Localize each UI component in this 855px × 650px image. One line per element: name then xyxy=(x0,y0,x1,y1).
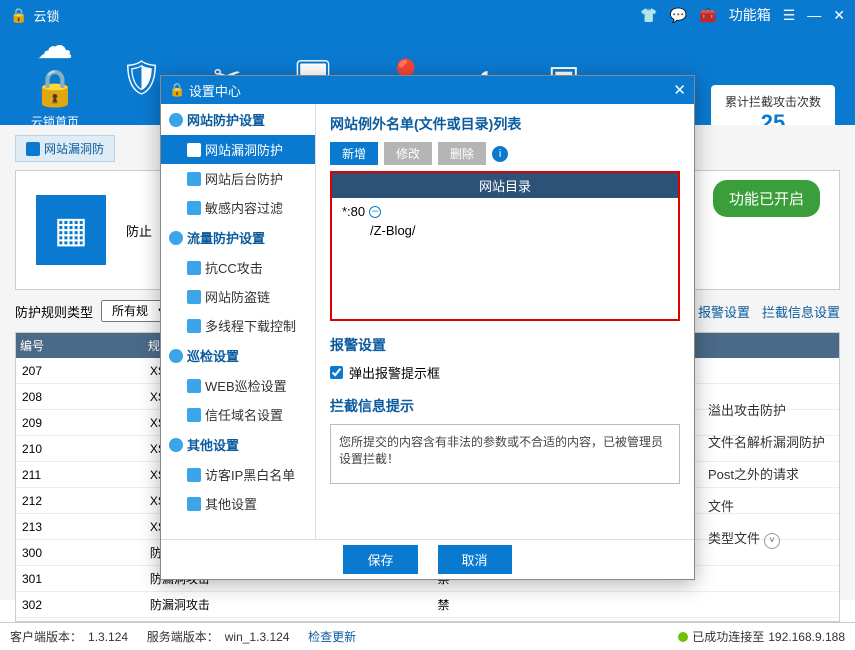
exception-list-title: 网站例外名单(文件或目录)列表 xyxy=(330,114,680,134)
modal-titlebar: 🔒 设置中心 ✕ xyxy=(161,76,694,104)
info-icon[interactable]: i xyxy=(492,146,508,162)
dir-header: 网站目录 xyxy=(332,173,678,198)
server-label: 服务端版本： xyxy=(147,628,219,645)
item-icon xyxy=(187,408,201,422)
modal-title: 设置中心 xyxy=(189,81,241,100)
item-icon xyxy=(187,379,201,393)
directory-box: 网站目录 *:80 – /Z-Blog/ xyxy=(330,171,680,321)
prevent-text: 防止 xyxy=(126,221,152,240)
table-row[interactable]: 302防漏洞攻击禁 xyxy=(16,592,839,618)
filter-label: 防护规则类型 xyxy=(15,302,93,321)
titlebar: 🔒 云锁 👕 💬 🧰 功能箱 ☰ — ✕ xyxy=(0,0,855,30)
tab-icon xyxy=(26,142,40,156)
settings-modal: 🔒 设置中心 ✕ 网站防护设置 网站漏洞防护 网站后台防护 敏感内容过滤 流量防… xyxy=(160,75,695,580)
exception-btnrow: 新增 修改 删除 i xyxy=(330,142,680,165)
nav-home[interactable]: ☁🔒 云锁首页 xyxy=(20,25,90,130)
sidebar-item-trustdomain[interactable]: 信任域名设置 xyxy=(161,400,315,429)
settings-sidebar: 网站防护设置 网站漏洞防护 网站后台防护 敏感内容过滤 流量防护设置 抗CC攻击… xyxy=(161,104,316,539)
connection-status: 已成功连接至 192.168.9.188 xyxy=(678,628,845,645)
sidebar-item-vuln[interactable]: 网站漏洞防护 xyxy=(161,135,315,164)
block-message-box[interactable]: 您所提交的内容含有非法的参数或不合适的内容，已被管理员设置拦截！ xyxy=(330,424,680,484)
alarm-title: 报警设置 xyxy=(330,335,680,355)
modal-close-icon[interactable]: ✕ xyxy=(673,81,686,99)
shirt-icon[interactable]: 👕 xyxy=(640,7,657,24)
chevron-down-icon[interactable]: ˅ xyxy=(764,533,780,549)
group-site-protect[interactable]: 网站防护设置 xyxy=(161,104,315,135)
shield-icon[interactable]: 🛡 xyxy=(120,58,163,98)
hint-post: Post之外的请求 xyxy=(708,464,825,483)
new-button[interactable]: 新增 xyxy=(330,142,378,165)
block-title: 拦截信息提示 xyxy=(330,396,680,416)
menu-icon[interactable]: ☰ xyxy=(783,7,796,24)
alarm-settings-link[interactable]: 报警设置 xyxy=(698,302,750,321)
close-icon[interactable]: ✕ xyxy=(833,7,845,24)
client-label: 客户端版本： xyxy=(10,628,82,645)
cloud-lock-icon: ☁🔒 xyxy=(20,25,90,109)
dir-host: *:80 xyxy=(342,204,365,219)
group-patrol[interactable]: 巡检设置 xyxy=(161,340,315,371)
check-update-link[interactable]: 检查更新 xyxy=(308,628,356,645)
sidebar-item-multithread[interactable]: 多线程下载控制 xyxy=(161,311,315,340)
alarm-checkbox[interactable] xyxy=(330,366,343,379)
toolbox-label[interactable]: 功能箱 xyxy=(729,5,771,25)
item-icon xyxy=(187,497,201,511)
minimize-icon[interactable]: — xyxy=(807,7,821,23)
function-enabled-badge: 功能已开启 xyxy=(713,180,820,217)
sidebar-item-cc[interactable]: 抗CC攻击 xyxy=(161,253,315,282)
sidebar-item-admin[interactable]: 网站后台防护 xyxy=(161,164,315,193)
col-id: 编号 xyxy=(16,333,144,358)
filter-links: 报警设置 拦截信息设置 xyxy=(698,302,840,321)
collapse-icon[interactable]: – xyxy=(369,206,381,218)
modal-body: 网站防护设置 网站漏洞防护 网站后台防护 敏感内容过滤 流量防护设置 抗CC攻击… xyxy=(161,104,694,539)
tab-vuln[interactable]: 网站漏洞防 xyxy=(15,135,115,162)
modal-footer: 保存 取消 xyxy=(161,539,694,579)
item-icon xyxy=(187,172,201,186)
dir-host-row[interactable]: *:80 – xyxy=(342,204,668,219)
cancel-button[interactable]: 取消 xyxy=(438,545,512,574)
client-version: 1.3.124 xyxy=(88,630,128,644)
lock-icon: 🔒 xyxy=(10,7,27,24)
sidebar-item-other[interactable]: 其他设置 xyxy=(161,489,315,518)
conn-ip: 192.168.9.188 xyxy=(768,630,845,644)
status-dot-icon xyxy=(678,632,688,642)
delete-button[interactable]: 删除 xyxy=(438,142,486,165)
hint-file: 文件 xyxy=(708,496,825,515)
block-info-link[interactable]: 拦截信息设置 xyxy=(762,302,840,321)
item-icon xyxy=(187,143,201,157)
item-icon xyxy=(187,468,201,482)
tab-label: 网站漏洞防 xyxy=(44,140,104,157)
item-icon xyxy=(187,201,201,215)
hint-filename: 文件名解析漏洞防护 xyxy=(708,432,825,451)
item-icon xyxy=(187,290,201,304)
chat-icon[interactable]: 💬 xyxy=(670,7,687,24)
item-icon xyxy=(187,261,201,275)
counter-label: 累计拦截攻击次数 xyxy=(725,93,821,110)
app-title: 云锁 xyxy=(33,6,59,25)
group-traffic[interactable]: 流量防护设置 xyxy=(161,222,315,253)
edit-button[interactable]: 修改 xyxy=(384,142,432,165)
alarm-checkbox-label: 弹出报警提示框 xyxy=(349,363,440,382)
shield-graphic: ▦ xyxy=(36,195,106,265)
conn-label: 已成功连接至 xyxy=(692,628,764,645)
right-hints: 溢出攻击防护 文件名解析漏洞防护 Post之外的请求 文件 类型文件˅ xyxy=(708,400,825,549)
statusbar: 客户端版本： 1.3.124 服务端版本： win_1.3.124 检查更新 已… xyxy=(0,622,855,650)
sidebar-item-webpatrol[interactable]: WEB巡检设置 xyxy=(161,371,315,400)
toolbox-icon[interactable]: 🧰 xyxy=(699,7,716,24)
modal-content: 网站例外名单(文件或目录)列表 新增 修改 删除 i 网站目录 *:80 – /… xyxy=(316,104,694,539)
item-icon xyxy=(187,319,201,333)
sidebar-item-hotlink[interactable]: 网站防盗链 xyxy=(161,282,315,311)
titlebar-right: 👕 💬 🧰 功能箱 ☰ — ✕ xyxy=(640,5,845,25)
hint-filetype: 类型文件˅ xyxy=(708,528,825,549)
alarm-checkbox-row: 弹出报警提示框 xyxy=(330,363,680,382)
save-button[interactable]: 保存 xyxy=(343,545,417,574)
modal-lock-icon: 🔒 xyxy=(169,82,185,98)
group-other[interactable]: 其他设置 xyxy=(161,429,315,460)
sidebar-item-ipbw[interactable]: 访客IP黑白名单 xyxy=(161,460,315,489)
dir-body: *:80 – /Z-Blog/ xyxy=(332,198,678,244)
sidebar-item-sensitive[interactable]: 敏感内容过滤 xyxy=(161,193,315,222)
hint-overflow: 溢出攻击防护 xyxy=(708,400,825,419)
dir-child[interactable]: /Z-Blog/ xyxy=(342,223,668,238)
server-version: win_1.3.124 xyxy=(225,630,290,644)
